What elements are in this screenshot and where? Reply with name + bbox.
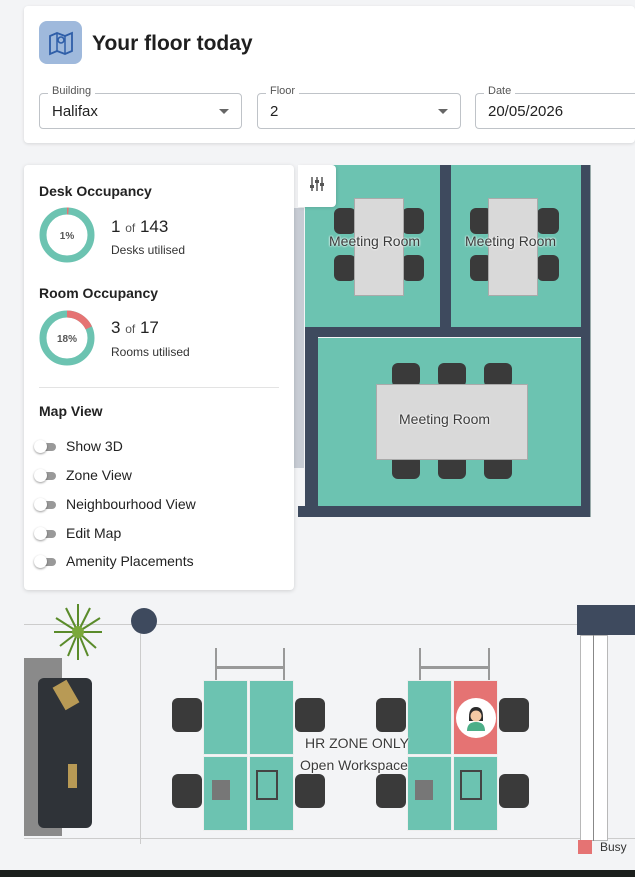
plant-icon [52, 602, 104, 662]
map-view-title: Map View [39, 403, 103, 419]
desk-count: 1 of 143 [111, 217, 169, 236]
toggle-show-3d[interactable]: Show 3D [34, 435, 123, 457]
occupancy-panel: Desk Occupancy 1% 1 of 143 Desks utilise… [24, 165, 294, 590]
date-label: Date [484, 85, 516, 97]
page-title: Your floor today [92, 32, 253, 55]
building-select[interactable]: Building Halifax [39, 85, 242, 129]
wall [577, 605, 635, 635]
wall [581, 165, 590, 517]
chevron-down-icon [438, 109, 448, 114]
map-location-icon [39, 21, 82, 64]
floor-select[interactable]: Floor 2 [257, 85, 461, 129]
toggle-edit-map[interactable]: Edit Map [34, 522, 121, 544]
desk-percent: 1% [60, 231, 75, 242]
wall [440, 165, 451, 327]
map-legend: Busy [578, 840, 627, 854]
desk[interactable] [203, 680, 248, 755]
room-occupancy-title: Room Occupancy [39, 285, 159, 301]
wall [294, 208, 304, 468]
room-label: Meeting Room [399, 411, 491, 427]
busy-label: Busy [600, 840, 627, 854]
divider [39, 387, 279, 388]
toggle-zone-view[interactable]: Zone View [34, 464, 132, 486]
desk-donut: 1% [38, 206, 96, 264]
room-donut: 18% [38, 309, 96, 367]
bottom-bar [0, 870, 635, 877]
room-count: 3 of 17 [111, 318, 159, 337]
date-value: 20/05/2026 [488, 103, 564, 120]
desk[interactable] [249, 680, 294, 755]
wall [305, 327, 318, 517]
toggle-switch[interactable] [34, 469, 58, 482]
toggle-switch[interactable] [34, 527, 58, 540]
workspace-label: Open Workspace [300, 757, 408, 773]
building-label: Building [48, 85, 96, 97]
sliders-icon [309, 176, 325, 197]
desk[interactable] [407, 680, 452, 755]
pillar [131, 608, 157, 634]
wall [305, 327, 590, 337]
filter-settings-button[interactable] [298, 165, 336, 207]
wall [298, 506, 590, 517]
room-caption: Rooms utilised [111, 345, 190, 359]
room-label: Meeting Room [465, 233, 557, 249]
chevron-down-icon [219, 109, 229, 114]
toggle-switch[interactable] [34, 498, 58, 511]
room-label: Meeting Room [329, 233, 421, 249]
desk-occupancy-title: Desk Occupancy [39, 183, 152, 199]
avatar[interactable] [456, 698, 496, 738]
toggle-neighbourhood-view[interactable]: Neighbourhood View [34, 493, 196, 515]
header-card: Your floor today Building Halifax Floor … [24, 6, 635, 143]
toggle-switch[interactable] [34, 555, 58, 568]
room-percent: 18% [57, 334, 77, 345]
floor-label: Floor [266, 85, 300, 97]
busy-swatch [578, 840, 592, 854]
toggle-amenity-placements[interactable]: Amenity Placements [34, 550, 194, 572]
floor-value: 2 [270, 103, 279, 120]
date-field[interactable]: Date 20/05/2026 [475, 85, 635, 129]
toggle-switch[interactable] [34, 440, 58, 453]
zone-label: HR ZONE ONLY [305, 735, 409, 751]
desk-caption: Desks utilised [111, 243, 186, 257]
building-value: Halifax [52, 103, 98, 120]
